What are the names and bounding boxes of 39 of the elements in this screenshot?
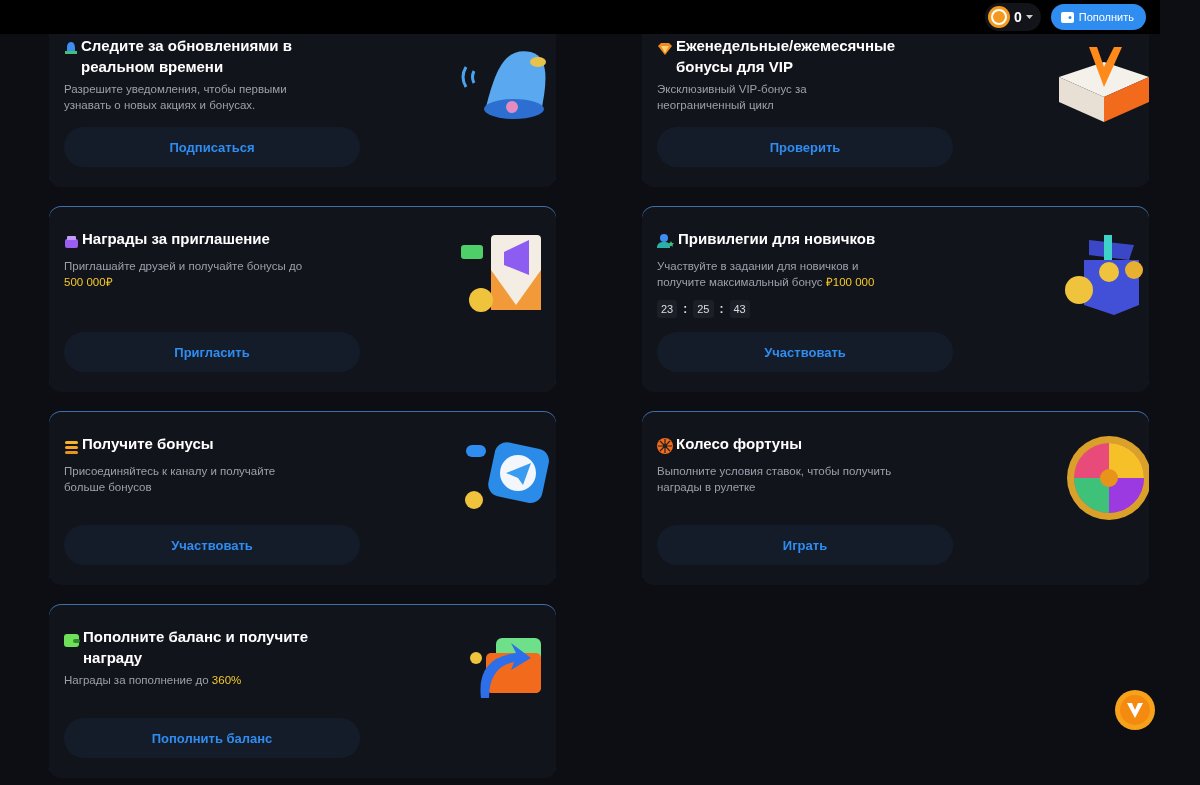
user-star-icon xyxy=(657,233,675,249)
card-button[interactable]: Пополнить баланс xyxy=(64,718,360,758)
card-button[interactable]: Участвовать xyxy=(64,525,360,565)
timer-separator: : xyxy=(719,302,724,316)
card-button[interactable]: Проверить xyxy=(657,127,953,167)
wheel-icon xyxy=(657,438,673,454)
card-description: Разрешите уведомления, чтобы первыми узнавать о новых акциях и бонусах. xyxy=(64,82,288,113)
card-description: Присоединяйтесь к каналу и получайте больше бонусов xyxy=(64,464,277,495)
card-title: Следите за обновлениями в реальном времени xyxy=(81,36,293,77)
card-title: Получите бонусы xyxy=(82,434,214,454)
wallet-icon xyxy=(1060,11,1074,23)
card-button[interactable]: Играть xyxy=(657,525,953,565)
timer-separator: : xyxy=(683,302,688,316)
card-title: Пополните баланс и получите награду xyxy=(83,627,310,668)
deposit-button[interactable]: Пополнить xyxy=(1050,4,1146,30)
card-button[interactable]: Подписаться xyxy=(64,127,360,167)
wallet-icon xyxy=(64,634,80,647)
card-description: Участвуйте в задании для новичков и получите максимальный бонус ₽100 000 xyxy=(657,259,876,290)
coin-icon xyxy=(987,6,1010,28)
card-title: Колесо фортуны xyxy=(676,434,803,454)
card-title: Привилегии для новичков xyxy=(678,229,876,249)
card-title: Еженедельные/ежемесячные бонусы для VIP xyxy=(676,36,897,77)
balance-display[interactable]: 0 xyxy=(984,3,1041,31)
coin-stack-icon xyxy=(64,441,79,454)
balance-amount: 0 xyxy=(1013,9,1022,25)
card-description: Выполните условия ставок, чтобы получить награды в рулетке xyxy=(657,464,893,495)
card-title: Награды за приглашение xyxy=(82,229,270,249)
card-description: Приглашайте друзей и получайте бонусы до 500 000₽ xyxy=(64,259,304,290)
card-button[interactable]: Участвовать xyxy=(657,332,953,372)
diamond-icon xyxy=(657,42,673,56)
timer-digits: 25 xyxy=(693,300,714,318)
card-description: Награды за пополнение до 360% xyxy=(64,673,243,688)
timer-digits: 23 xyxy=(657,300,678,318)
timer-digits: 43 xyxy=(729,300,750,318)
bell-icon xyxy=(64,40,78,56)
vip-float-icon[interactable] xyxy=(1115,690,1155,730)
card-description: Эксклюзивный VIP-бонус за неограниченный цикл xyxy=(657,82,808,113)
card-button[interactable]: Пригласить xyxy=(64,332,360,372)
caret-icon xyxy=(1025,15,1033,19)
